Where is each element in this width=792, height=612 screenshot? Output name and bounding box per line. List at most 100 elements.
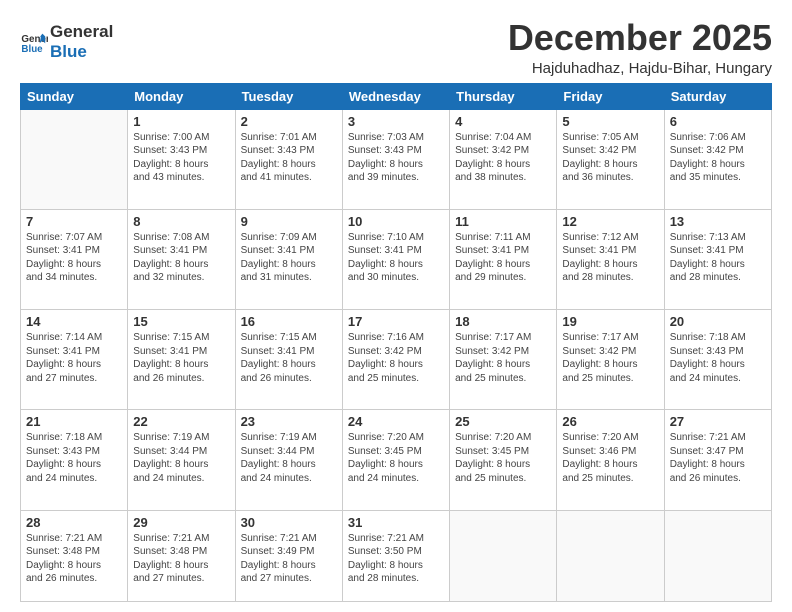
month-title: December 2025 [508,18,772,58]
day-number: 27 [670,414,766,429]
calendar-cell: 19Sunrise: 7:17 AM Sunset: 3:42 PM Dayli… [557,310,664,410]
calendar-cell: 3Sunrise: 7:03 AM Sunset: 3:43 PM Daylig… [342,109,449,209]
cell-details: Sunrise: 7:12 AM Sunset: 3:41 PM Dayligh… [562,231,658,285]
day-number: 7 [26,214,122,229]
weekday-header-friday: Friday [557,83,664,109]
cell-details: Sunrise: 7:10 AM Sunset: 3:41 PM Dayligh… [348,231,444,285]
day-number: 6 [670,114,766,129]
cell-details: Sunrise: 7:11 AM Sunset: 3:41 PM Dayligh… [455,231,551,285]
calendar-cell: 9Sunrise: 7:09 AM Sunset: 3:41 PM Daylig… [235,209,342,309]
day-number: 24 [348,414,444,429]
day-number: 20 [670,314,766,329]
day-number: 15 [133,314,229,329]
day-number: 5 [562,114,658,129]
logo-blue: Blue [50,42,113,62]
day-number: 8 [133,214,229,229]
calendar-week-3: 14 Sunrise: 7:14 AM Sunset: 3:41 PM Dayli… [21,310,772,410]
day-number: 21 [26,414,122,429]
day-number: 13 [670,214,766,229]
calendar-cell: 1Sunrise: 7:00 AM Sunset: 3:43 PM Daylig… [128,109,235,209]
cell-details: Sunrise: 7:08 AM Sunset: 3:41 PM Dayligh… [133,231,229,285]
day-number: 12 [562,214,658,229]
cell-details: Sunrise: 7:21 AM Sunset: 3:50 PM Dayligh… [348,532,444,586]
header: General Blue General Blue December 2025 … [20,18,772,77]
calendar-cell: 6 Sunrise: 7:06 AM Sunset: 3:42 PM Daylig… [664,109,771,209]
calendar-cell: 31 Sunrise: 7:21 AM Sunset: 3:50 PM Dayli… [342,510,449,601]
calendar-cell [450,510,557,601]
cell-details: Sunrise: 7:21 AM Sunset: 3:48 PM Dayligh… [133,532,229,586]
calendar-cell: 7 Sunrise: 7:07 AM Sunset: 3:41 PM Daylig… [21,209,128,309]
cell-details: Sunrise: 7:07 AM Sunset: 3:41 PM Dayligh… [26,231,122,285]
cell-details: Sunrise: 7:01 AM Sunset: 3:43 PM Dayligh… [241,131,337,185]
calendar-cell [21,109,128,209]
weekday-header-saturday: Saturday [664,83,771,109]
day-number: 29 [133,515,229,530]
calendar-cell: 20 Sunrise: 7:18 AM Sunset: 3:43 PM Dayli… [664,310,771,410]
cell-details: Sunrise: 7:19 AM Sunset: 3:44 PM Dayligh… [133,431,229,485]
cell-details: Sunrise: 7:20 AM Sunset: 3:45 PM Dayligh… [348,431,444,485]
cell-details: Sunrise: 7:16 AM Sunset: 3:42 PM Dayligh… [348,331,444,385]
title-block: December 2025 Hajduhadhaz, Hajdu-Bihar, … [508,18,772,77]
weekday-header-monday: Monday [128,83,235,109]
weekday-header-thursday: Thursday [450,83,557,109]
calendar-cell: 2 Sunrise: 7:01 AM Sunset: 3:43 PM Daylig… [235,109,342,209]
calendar-cell: 30 Sunrise: 7:21 AM Sunset: 3:49 PM Dayli… [235,510,342,601]
calendar-cell: 14 Sunrise: 7:14 AM Sunset: 3:41 PM Dayli… [21,310,128,410]
calendar-cell: 4Sunrise: 7:04 AM Sunset: 3:42 PM Daylig… [450,109,557,209]
calendar-week-4: 21 Sunrise: 7:18 AM Sunset: 3:43 PM Dayli… [21,410,772,510]
cell-details: Sunrise: 7:15 AM Sunset: 3:41 PM Dayligh… [241,331,337,385]
day-number: 30 [241,515,337,530]
cell-details: Sunrise: 7:20 AM Sunset: 3:45 PM Dayligh… [455,431,551,485]
cell-details: Sunrise: 7:00 AM Sunset: 3:43 PM Dayligh… [133,131,229,185]
day-number: 26 [562,414,658,429]
logo: General Blue General Blue [20,22,113,61]
day-number: 19 [562,314,658,329]
logo-icon: General Blue [20,28,48,56]
day-number: 14 [26,314,122,329]
day-number: 2 [241,114,337,129]
cell-details: Sunrise: 7:06 AM Sunset: 3:42 PM Dayligh… [670,131,766,185]
cell-details: Sunrise: 7:20 AM Sunset: 3:46 PM Dayligh… [562,431,658,485]
calendar-cell: 23 Sunrise: 7:19 AM Sunset: 3:44 PM Dayli… [235,410,342,510]
cell-details: Sunrise: 7:14 AM Sunset: 3:41 PM Dayligh… [26,331,122,385]
cell-details: Sunrise: 7:05 AM Sunset: 3:42 PM Dayligh… [562,131,658,185]
calendar-cell [557,510,664,601]
cell-details: Sunrise: 7:21 AM Sunset: 3:49 PM Dayligh… [241,532,337,586]
calendar-cell: 29 Sunrise: 7:21 AM Sunset: 3:48 PM Dayli… [128,510,235,601]
weekday-header-sunday: Sunday [21,83,128,109]
calendar-cell: 22 Sunrise: 7:19 AM Sunset: 3:44 PM Dayli… [128,410,235,510]
calendar-cell: 16 Sunrise: 7:15 AM Sunset: 3:41 PM Dayli… [235,310,342,410]
calendar-cell: 27Sunrise: 7:21 AM Sunset: 3:47 PM Dayli… [664,410,771,510]
calendar-week-1: 1Sunrise: 7:00 AM Sunset: 3:43 PM Daylig… [21,109,772,209]
calendar-cell: 21 Sunrise: 7:18 AM Sunset: 3:43 PM Dayli… [21,410,128,510]
calendar-header-row: SundayMondayTuesdayWednesdayThursdayFrid… [21,83,772,109]
cell-details: Sunrise: 7:09 AM Sunset: 3:41 PM Dayligh… [241,231,337,285]
calendar-week-2: 7 Sunrise: 7:07 AM Sunset: 3:41 PM Daylig… [21,209,772,309]
cell-details: Sunrise: 7:18 AM Sunset: 3:43 PM Dayligh… [670,331,766,385]
day-number: 10 [348,214,444,229]
day-number: 28 [26,515,122,530]
day-number: 11 [455,214,551,229]
day-number: 22 [133,414,229,429]
calendar-cell [664,510,771,601]
calendar-cell: 18Sunrise: 7:17 AM Sunset: 3:42 PM Dayli… [450,310,557,410]
calendar-cell: 11 Sunrise: 7:11 AM Sunset: 3:41 PM Dayli… [450,209,557,309]
day-number: 23 [241,414,337,429]
calendar-cell: 8 Sunrise: 7:08 AM Sunset: 3:41 PM Daylig… [128,209,235,309]
cell-details: Sunrise: 7:21 AM Sunset: 3:48 PM Dayligh… [26,532,122,586]
day-number: 31 [348,515,444,530]
calendar-cell: 25Sunrise: 7:20 AM Sunset: 3:45 PM Dayli… [450,410,557,510]
calendar-table: SundayMondayTuesdayWednesdayThursdayFrid… [20,83,772,602]
weekday-header-wednesday: Wednesday [342,83,449,109]
day-number: 18 [455,314,551,329]
calendar-cell: 15Sunrise: 7:15 AM Sunset: 3:41 PM Dayli… [128,310,235,410]
calendar-cell: 24 Sunrise: 7:20 AM Sunset: 3:45 PM Dayli… [342,410,449,510]
location-title: Hajduhadhaz, Hajdu-Bihar, Hungary [508,60,772,77]
cell-details: Sunrise: 7:04 AM Sunset: 3:42 PM Dayligh… [455,131,551,185]
day-number: 16 [241,314,337,329]
cell-details: Sunrise: 7:18 AM Sunset: 3:43 PM Dayligh… [26,431,122,485]
cell-details: Sunrise: 7:19 AM Sunset: 3:44 PM Dayligh… [241,431,337,485]
day-number: 17 [348,314,444,329]
calendar-cell: 13Sunrise: 7:13 AM Sunset: 3:41 PM Dayli… [664,209,771,309]
logo-general: General [50,22,113,42]
